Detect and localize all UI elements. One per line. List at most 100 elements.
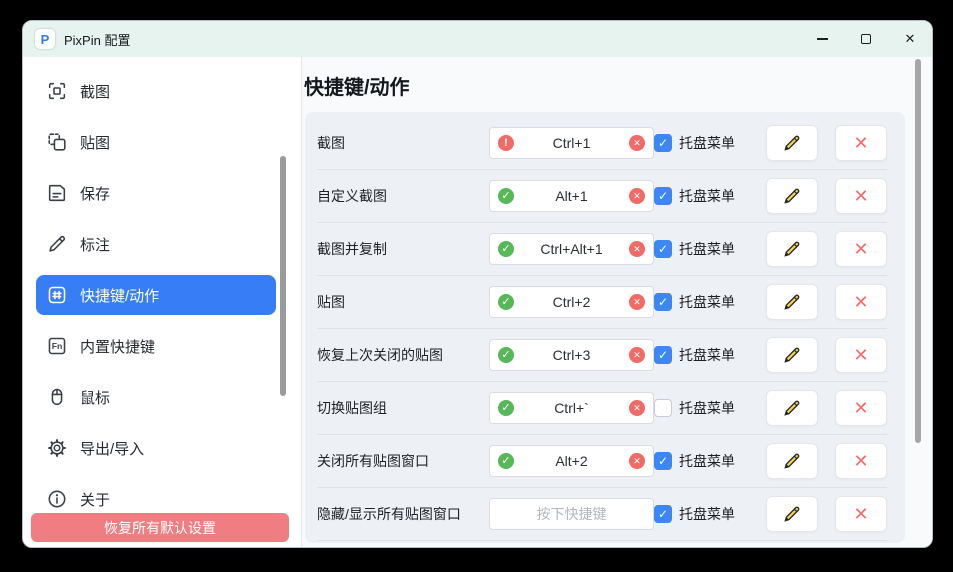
hotkey-label: 隐藏/显示所有贴图窗口 bbox=[317, 504, 489, 524]
shortcut-input[interactable]: ✓ Ctrl+Alt+1 ✕ bbox=[489, 233, 654, 265]
delete-icon: ✕ bbox=[853, 240, 868, 258]
pixpin-logo-icon: P bbox=[35, 29, 55, 49]
clear-icon[interactable]: ✕ bbox=[629, 453, 645, 469]
sidebar-item-label: 鼠标 bbox=[80, 387, 110, 408]
status-icon: ✓ bbox=[498, 241, 514, 257]
sidebar-item-annotate[interactable]: 标注 bbox=[36, 224, 276, 264]
delete-icon: ✕ bbox=[853, 505, 868, 523]
clear-icon[interactable]: ✕ bbox=[629, 188, 645, 204]
delete-button[interactable]: ✕ bbox=[835, 125, 887, 161]
shortcut-value: Ctrl+2 bbox=[514, 294, 629, 310]
hotkey-row: 恢复上次关闭的贴图 ✓ Ctrl+3 ✕ ✓ 托盘菜单 ✕ bbox=[317, 329, 887, 382]
tray-checkbox[interactable]: ✓ bbox=[654, 505, 672, 523]
sidebar-item-save[interactable]: 保存 bbox=[36, 173, 276, 213]
svg-text:Fn: Fn bbox=[52, 341, 63, 351]
clear-icon[interactable]: ✕ bbox=[629, 135, 645, 151]
hotkey-label: 截图 bbox=[317, 133, 489, 153]
shortcut-input[interactable]: ✓ Alt+1 ✕ bbox=[489, 180, 654, 212]
tray-checkbox[interactable] bbox=[654, 399, 672, 417]
sidebar: 截图 贴图 保存 标注 bbox=[23, 57, 301, 548]
pencil-icon bbox=[782, 398, 802, 418]
pin-image-icon bbox=[46, 131, 68, 153]
delete-icon: ✕ bbox=[853, 452, 868, 470]
sidebar-item-label: 内置快捷键 bbox=[80, 336, 155, 357]
clear-icon[interactable]: ✕ bbox=[629, 241, 645, 257]
hotkey-row: 截图并复制 ✓ Ctrl+Alt+1 ✕ ✓ 托盘菜单 ✕ bbox=[317, 223, 887, 276]
delete-button[interactable]: ✕ bbox=[835, 284, 887, 320]
maximize-icon bbox=[861, 34, 871, 44]
mouse-icon bbox=[46, 386, 68, 408]
tray-menu-label: 托盘菜单 bbox=[679, 451, 735, 471]
sidebar-item-label: 关于 bbox=[80, 489, 110, 510]
edit-button[interactable] bbox=[766, 337, 818, 373]
delete-button[interactable]: ✕ bbox=[835, 231, 887, 267]
tray-checkbox[interactable]: ✓ bbox=[654, 240, 672, 258]
sidebar-item-mouse[interactable]: 鼠标 bbox=[36, 377, 276, 417]
edit-button[interactable] bbox=[766, 178, 818, 214]
pencil-icon bbox=[782, 345, 802, 365]
status-icon: ✓ bbox=[498, 400, 514, 416]
edit-button[interactable] bbox=[766, 496, 818, 532]
tray-menu-label: 托盘菜单 bbox=[679, 133, 735, 153]
clear-icon[interactable]: ✕ bbox=[629, 347, 645, 363]
shortcut-input[interactable]: ✓ Ctrl+` ✕ bbox=[489, 392, 654, 424]
delete-button[interactable]: ✕ bbox=[835, 178, 887, 214]
pencil-icon bbox=[782, 133, 802, 153]
title-bar[interactable]: P PixPin 配置 ✕ bbox=[23, 21, 932, 57]
delete-icon: ✕ bbox=[853, 187, 868, 205]
shortcut-value: 按下快捷键 bbox=[514, 504, 629, 524]
pencil-icon bbox=[782, 504, 802, 524]
edit-button[interactable] bbox=[766, 443, 818, 479]
tray-checkbox[interactable]: ✓ bbox=[654, 452, 672, 470]
shortcut-input[interactable]: ! Ctrl+1 ✕ bbox=[489, 127, 654, 159]
sidebar-item-label: 标注 bbox=[80, 234, 110, 255]
sidebar-item-label: 截图 bbox=[80, 81, 110, 102]
edit-button[interactable] bbox=[766, 231, 818, 267]
tray-checkbox[interactable]: ✓ bbox=[654, 187, 672, 205]
sidebar-item-export-import[interactable]: 导出/导入 bbox=[36, 428, 276, 468]
sidebar-item-hotkeys[interactable]: 快捷键/动作 bbox=[36, 275, 276, 315]
edit-button[interactable] bbox=[766, 125, 818, 161]
shortcut-input[interactable]: ✓ Ctrl+3 ✕ bbox=[489, 339, 654, 371]
shortcut-input[interactable]: ✓ Alt+2 ✕ bbox=[489, 445, 654, 477]
shortcut-value: Alt+1 bbox=[514, 188, 629, 204]
clear-icon[interactable]: ✕ bbox=[629, 294, 645, 310]
close-button[interactable]: ✕ bbox=[888, 21, 932, 57]
restore-defaults-button[interactable]: 恢复所有默认设置 bbox=[31, 513, 289, 542]
delete-button[interactable]: ✕ bbox=[835, 496, 887, 532]
delete-button[interactable]: ✕ bbox=[835, 443, 887, 479]
main-scrollbar[interactable] bbox=[915, 59, 921, 443]
tray-menu-label: 托盘菜单 bbox=[679, 186, 735, 206]
sidebar-item-builtin-hotkeys[interactable]: Fn 内置快捷键 bbox=[36, 326, 276, 366]
delete-button[interactable]: ✕ bbox=[835, 390, 887, 426]
edit-button[interactable] bbox=[766, 284, 818, 320]
tray-checkbox[interactable]: ✓ bbox=[654, 134, 672, 152]
sidebar-item-pin-image[interactable]: 贴图 bbox=[36, 122, 276, 162]
pencil-icon bbox=[782, 239, 802, 259]
minimize-icon bbox=[817, 38, 828, 39]
hotkey-row: 关闭所有贴图窗口 ✓ Alt+2 ✕ ✓ 托盘菜单 ✕ bbox=[317, 435, 887, 488]
shortcut-input[interactable]: ✓ Ctrl+2 ✕ bbox=[489, 286, 654, 318]
sidebar-item-label: 保存 bbox=[80, 183, 110, 204]
pixpin-config-window: P PixPin 配置 ✕ 截图 bbox=[22, 20, 933, 548]
tray-menu-label: 托盘菜单 bbox=[679, 398, 735, 418]
hotkey-label: 贴图 bbox=[317, 292, 489, 312]
clear-icon[interactable]: ✕ bbox=[629, 400, 645, 416]
delete-icon: ✕ bbox=[853, 134, 868, 152]
sidebar-item-label: 贴图 bbox=[80, 132, 110, 153]
edit-button[interactable] bbox=[766, 390, 818, 426]
sidebar-item-screenshot[interactable]: 截图 bbox=[36, 71, 276, 111]
tray-checkbox[interactable]: ✓ bbox=[654, 293, 672, 311]
window-title: PixPin 配置 bbox=[64, 30, 130, 49]
hotkey-label: 关闭所有贴图窗口 bbox=[317, 451, 489, 471]
shortcut-input[interactable]: 按下快捷键 bbox=[489, 498, 654, 530]
minimize-button[interactable] bbox=[800, 21, 844, 57]
gear-icon bbox=[46, 437, 68, 459]
hotkey-row: 切换贴图组 ✓ Ctrl+` ✕ 托盘菜单 ✕ bbox=[317, 382, 887, 435]
delete-button[interactable]: ✕ bbox=[835, 337, 887, 373]
sidebar-scrollbar[interactable] bbox=[280, 156, 286, 396]
hotkey-row: 贴图 ✓ Ctrl+2 ✕ ✓ 托盘菜单 ✕ bbox=[317, 276, 887, 329]
tray-checkbox[interactable]: ✓ bbox=[654, 346, 672, 364]
hotkey-row: 截图 ! Ctrl+1 ✕ ✓ 托盘菜单 ✕ bbox=[317, 117, 887, 170]
maximize-button[interactable] bbox=[844, 21, 888, 57]
